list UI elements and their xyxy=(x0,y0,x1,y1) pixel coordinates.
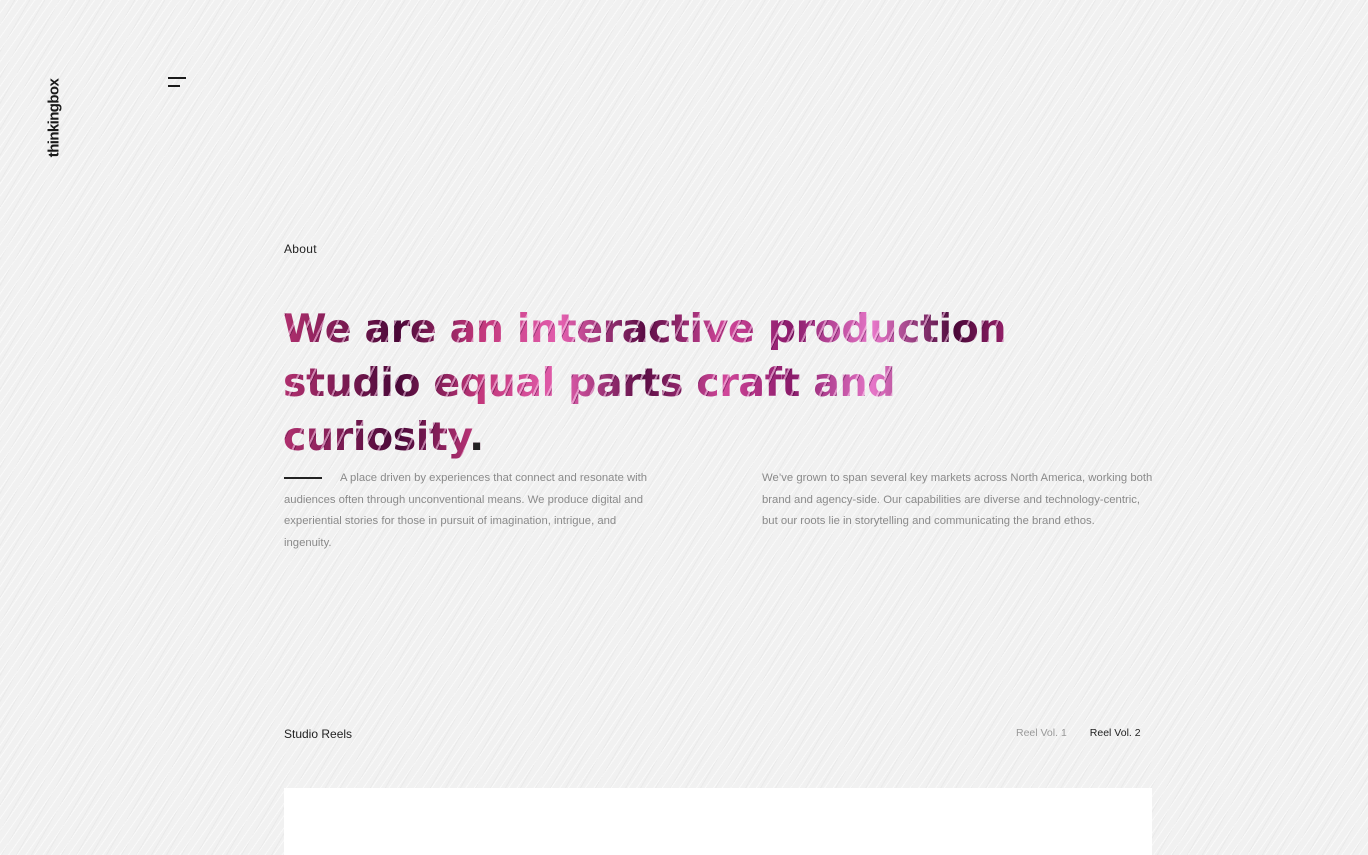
menu-icon-bar-top xyxy=(168,77,186,79)
about-paragraph-left: A place driven by experiences that conne… xyxy=(284,472,648,550)
reel-video-player[interactable] xyxy=(284,788,1152,855)
section-eyebrow-about: About xyxy=(284,242,317,256)
reel-tabs: Reel Vol. 1 Reel Vol. 2 xyxy=(1016,727,1141,739)
studio-reels-title: Studio Reels xyxy=(284,727,353,741)
about-headline: We are an interactive production studio … xyxy=(283,302,1103,464)
menu-icon-bar-bottom xyxy=(168,85,180,87)
logo-text: thinkingbox xyxy=(45,78,63,158)
tab-reel-vol-2[interactable]: Reel Vol. 2 xyxy=(1090,727,1141,739)
about-paragraph-right: We’ve grown to span several key markets … xyxy=(762,472,1153,528)
hamburger-menu-icon[interactable] xyxy=(164,72,192,92)
tab-reel-vol-1[interactable]: Reel Vol. 1 xyxy=(1016,727,1067,739)
headline-period: . xyxy=(469,414,484,460)
headline-text: We are an interactive production studio … xyxy=(283,306,1007,460)
thinkingbox-logo[interactable]: thinkingbox xyxy=(44,78,64,158)
